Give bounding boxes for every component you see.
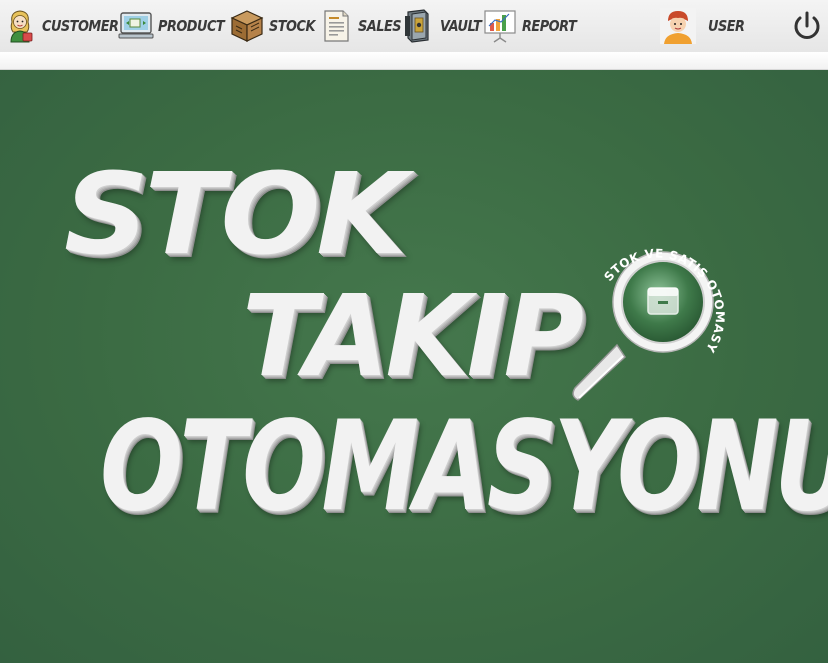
hero-title-line-1: STOK [64,150,407,280]
nav-user[interactable]: USER [660,6,750,46]
product-icon [118,8,154,44]
nav-label: CUSTOMER [42,17,119,35]
nav-sales[interactable]: SALES [318,6,408,46]
nav-label: SALES [358,17,402,35]
nav-label: PRODUCT [158,17,225,35]
nav-customer[interactable]: CUSTOMER [2,6,131,46]
hero-title-line-3: OTOMASYONU [100,395,828,539]
stock-box-icon [229,8,265,44]
nav-label: VAULT [440,17,482,35]
top-nav-bar: CUSTOMER PRODUCT STOCK SALES VAULT REPOR… [0,0,828,52]
nav-label: STOCK [269,17,315,35]
nav-label: USER [708,17,745,35]
sales-document-icon [318,8,354,44]
toolbar-separator [0,52,828,70]
hero-panel: STOK TAKIP OTOMASYONU STOK VE SATIŞ OTOM… [0,70,828,663]
user-avatar-icon [660,8,696,44]
vault-icon [400,8,436,44]
hero-title-line-2: TAKIP [242,272,584,402]
report-chart-icon [482,8,518,44]
nav-report[interactable]: REPORT [482,6,585,46]
power-icon[interactable] [790,9,824,43]
customer-icon [2,8,38,44]
nav-stock[interactable]: STOCK [229,6,322,46]
nav-vault[interactable]: VAULT [400,6,488,46]
nav-label: REPORT [522,17,577,35]
nav-product[interactable]: PRODUCT [118,6,235,46]
magnifier-logo-icon: STOK VE SATIŞ OTOMASYONU [565,240,727,401]
